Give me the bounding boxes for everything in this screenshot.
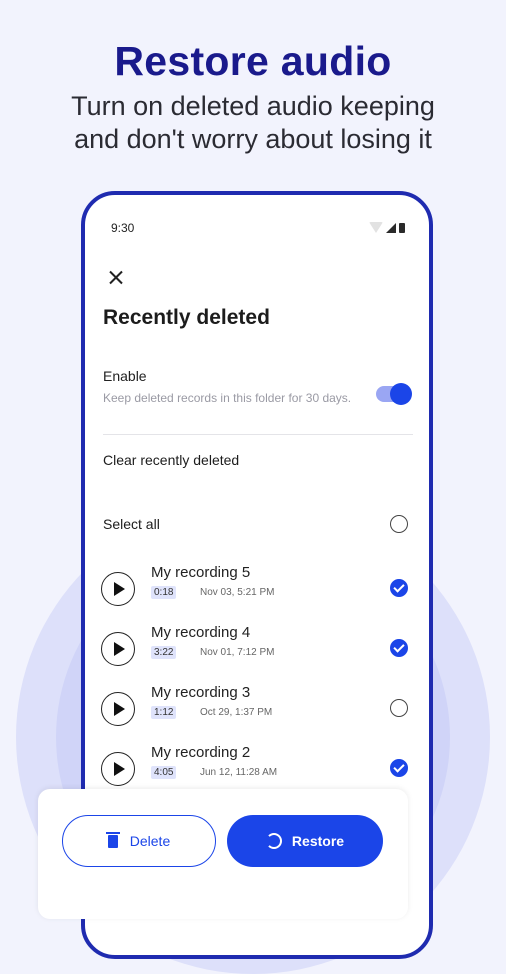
enable-toggle[interactable] [376, 383, 412, 405]
recording-duration: 0:18 [151, 586, 177, 599]
recording-checkbox[interactable] [390, 639, 408, 657]
status-icons [369, 222, 405, 233]
recording-checkbox[interactable] [390, 699, 408, 717]
hero-title: Restore audio [114, 38, 392, 84]
play-icon[interactable] [101, 572, 135, 606]
select-all-radio[interactable] [390, 515, 408, 533]
restore-label: Restore [291, 833, 345, 849]
enable-label: Enable [103, 368, 147, 384]
hero-subtitle: Turn on deleted audio keeping and don't … [0, 90, 506, 156]
toggle-knob [390, 383, 412, 405]
recording-duration: 1:12 [151, 706, 177, 719]
recording-name: My recording 5 [151, 564, 251, 581]
play-icon[interactable] [101, 632, 135, 666]
delete-button[interactable]: Delete [62, 815, 216, 867]
recording-date: Oct 29, 1:37 PM [200, 707, 273, 718]
recording-duration: 4:05 [151, 766, 177, 779]
trash-icon [105, 831, 120, 848]
divider [103, 434, 413, 435]
signal-icon [386, 223, 396, 233]
status-time: 9:30 [111, 221, 135, 235]
recording-checkbox[interactable] [390, 579, 408, 597]
play-icon[interactable] [101, 692, 135, 726]
wifi-icon [369, 222, 383, 233]
hero-subtitle-line-1: Turn on deleted audio keeping [71, 91, 435, 121]
delete-label: Delete [129, 833, 171, 849]
recording-date: Nov 03, 5:21 PM [200, 587, 275, 598]
recording-duration: 3:22 [151, 646, 177, 659]
recording-name: My recording 4 [151, 624, 251, 641]
clear-recently-deleted-button[interactable]: Clear recently deleted [103, 452, 239, 468]
recording-date: Jun 12, 11:28 AM [200, 767, 278, 778]
recording-name: My recording 2 [151, 744, 251, 761]
hero-subtitle-line-2: and don't worry about losing it [74, 124, 432, 154]
recording-date: Nov 01, 7:12 PM [200, 647, 275, 658]
recording-name: My recording 3 [151, 684, 251, 701]
restore-button[interactable]: Restore [227, 815, 383, 867]
recording-checkbox[interactable] [390, 759, 408, 777]
close-icon[interactable] [105, 267, 127, 289]
play-icon[interactable] [101, 752, 135, 786]
screen-title: Recently deleted [103, 306, 270, 329]
list-item[interactable]: My recording 5 0:18 Nov 03, 5:21 PM [85, 564, 429, 632]
restore-icon [265, 833, 282, 849]
select-all-label: Select all [103, 516, 160, 532]
battery-icon [399, 223, 405, 233]
list-item[interactable]: My recording 3 1:12 Oct 29, 1:37 PM [85, 684, 429, 752]
enable-description: Keep deleted records in this folder for … [103, 391, 352, 405]
list-item[interactable]: My recording 4 3:22 Nov 01, 7:12 PM [85, 624, 429, 692]
